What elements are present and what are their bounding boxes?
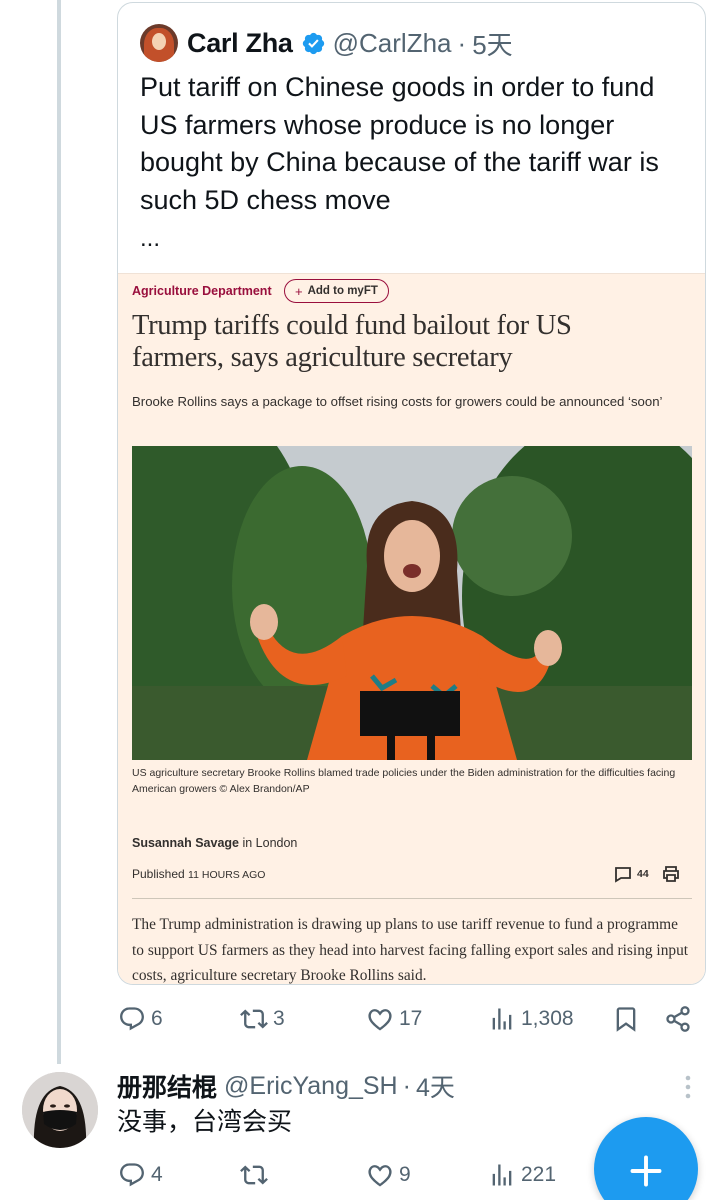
views-button[interactable]: 1,308 — [488, 1005, 574, 1033]
more-options-button[interactable] — [676, 1072, 700, 1102]
add-to-myft-button: + Add to myFT — [284, 279, 389, 303]
like-button[interactable]: 17 — [366, 1005, 422, 1033]
photo-caption: US agriculture secretary Brooke Rollins … — [132, 767, 676, 795]
repost-icon — [240, 1165, 268, 1185]
like-count: 17 — [399, 1007, 423, 1030]
repost-icon — [240, 1009, 268, 1029]
quoted-tweet-header: Carl Zha @CarlZha · 5天 — [140, 23, 513, 63]
more-options-icon — [685, 1075, 691, 1099]
quoted-tweet-card[interactable]: Carl Zha @CarlZha · 5天 Put tariff on Chi… — [117, 2, 706, 985]
print-icon — [662, 866, 679, 882]
show-more-ellipsis[interactable]: ... — [140, 225, 160, 253]
reply-author-name[interactable]: 册那结棍 — [117, 1068, 217, 1104]
thread-connector-line — [57, 0, 61, 1064]
quoted-tweet-time[interactable]: 5天 — [472, 25, 512, 62]
published-info: Published 11 HOURS AGO — [132, 867, 265, 881]
reply-views-count: 221 — [521, 1163, 557, 1186]
comment-count: 44 — [637, 868, 649, 880]
article-photo — [132, 446, 692, 760]
article-standfirst: Brooke Rollins says a package to offset … — [132, 394, 663, 409]
author-name: Susannah Savage — [132, 836, 239, 850]
article-body: The Trump administration is drawing up p… — [132, 916, 689, 984]
reply-like-count: 9 — [399, 1163, 411, 1186]
plus-icon: + — [295, 283, 303, 299]
share-icon — [666, 1006, 690, 1032]
reply-icon — [120, 1163, 144, 1187]
quoted-author-name[interactable]: Carl Zha — [187, 28, 293, 59]
quoted-author-handle[interactable]: @CarlZha — [333, 28, 452, 59]
reply-like-button[interactable]: 9 — [366, 1161, 411, 1189]
reply-reply-button[interactable]: 4 — [118, 1161, 163, 1189]
reply-text: 没事，台湾会买 — [117, 1108, 293, 1136]
share-button[interactable] — [664, 1005, 692, 1033]
separator-dot: · — [402, 1071, 411, 1100]
reply-views-button[interactable]: 221 — [488, 1161, 556, 1189]
compose-plus-icon — [630, 1155, 662, 1187]
quoted-tweet-text: Put tariff on Chinese goods in order to … — [140, 72, 659, 215]
reply-repost-button[interactable] — [240, 1161, 268, 1189]
reply-time[interactable]: 4天 — [416, 1068, 455, 1104]
views-icon — [492, 1164, 512, 1186]
bookmark-button[interactable] — [612, 1005, 640, 1033]
author-location: in London — [239, 836, 298, 850]
reply-header: 册那结棍 @EricYang_SH · 4天 — [117, 1068, 455, 1104]
reply-reply-count: 4 — [151, 1163, 163, 1186]
article-byline: Susannah Savage in London — [132, 836, 297, 850]
reply-icon — [120, 1007, 144, 1031]
published-time: 11 HOURS AGO — [188, 869, 266, 881]
article-tools: 44 — [613, 864, 681, 884]
ft-article-screenshot[interactable]: Agriculture Department + Add to myFT Tru… — [118, 273, 705, 984]
tweet-action-bar: 6 3 17 1,308 — [0, 1002, 728, 1038]
comment-icon — [615, 867, 631, 883]
quoted-author-avatar[interactable] — [140, 24, 178, 62]
bookmark-icon — [616, 1007, 636, 1032]
article-headline: Trump tariffs could fund bailout for US … — [132, 310, 572, 373]
verified-badge-icon — [302, 32, 324, 54]
separator-dot: · — [457, 27, 467, 58]
like-icon — [368, 1165, 392, 1187]
repost-button[interactable]: 3 — [240, 1005, 285, 1033]
add-to-myft-label: Add to myFT — [307, 285, 378, 297]
reply-author-handle[interactable]: @EricYang_SH — [224, 1072, 398, 1101]
compose-button[interactable] — [594, 1117, 698, 1200]
like-icon — [368, 1009, 392, 1031]
reply-author-avatar[interactable] — [22, 1072, 98, 1148]
reply-count: 6 — [151, 1007, 163, 1030]
repost-count: 3 — [273, 1007, 285, 1030]
divider — [132, 898, 692, 899]
views-icon — [492, 1008, 512, 1030]
article-section-tag: Agriculture Department — [132, 284, 272, 298]
views-count: 1,308 — [521, 1007, 574, 1030]
reply-button[interactable]: 6 — [118, 1005, 163, 1033]
published-label: Published — [132, 867, 189, 881]
